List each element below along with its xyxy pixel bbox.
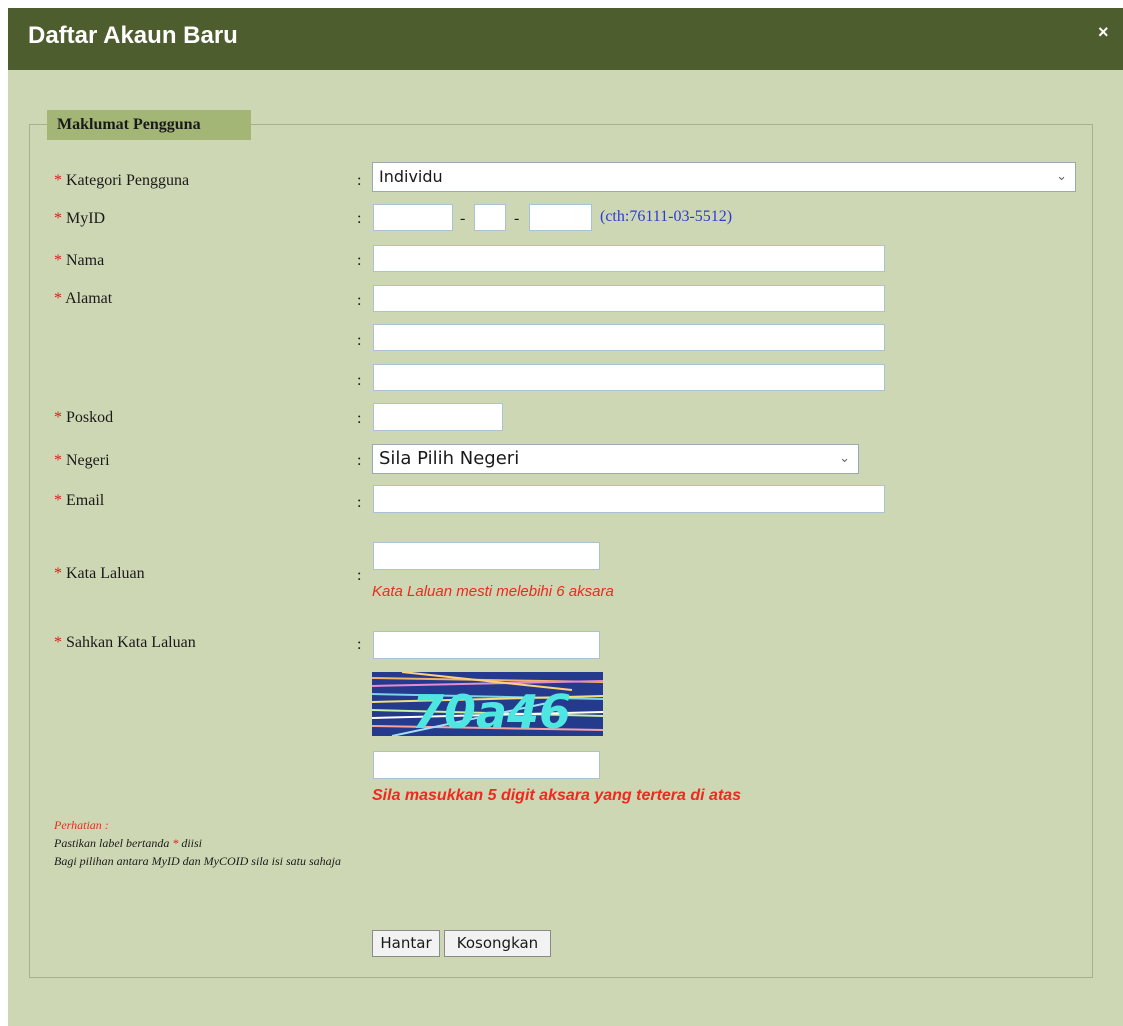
kata-laluan-label: * Kata Laluan: [54, 565, 145, 582]
colon: :: [357, 172, 362, 189]
negeri-label: * Negeri: [54, 452, 110, 469]
sahkan-kata-laluan-input[interactable]: [373, 631, 600, 659]
myid-example-hint: (cth:76111-03-5512): [600, 208, 733, 225]
close-icon[interactable]: ×: [1098, 22, 1109, 43]
dialog-titlebar: Daftar Akaun Baru ×: [8, 8, 1123, 70]
required-mark: *: [54, 172, 62, 189]
colon: :: [357, 410, 362, 427]
negeri-select[interactable]: Sila Pilih Negeri ⌄: [372, 444, 859, 474]
alamat-line3-input[interactable]: [373, 364, 885, 391]
kategori-label: * Kategori Pengguna: [54, 172, 190, 189]
sahkan-label: * Sahkan Kata Laluan: [54, 634, 196, 651]
chevron-down-icon: ⌄: [1056, 169, 1067, 184]
nama-input[interactable]: [373, 245, 885, 272]
negeri-value: Sila Pilih Negeri: [379, 448, 520, 469]
kategori-value: Individu: [379, 167, 443, 186]
myid-part3-input[interactable]: [529, 204, 592, 231]
notes-line-1: Pastikan label bertanda * diisi: [54, 836, 202, 850]
colon: :: [357, 636, 362, 653]
chevron-down-icon: ⌄: [839, 451, 850, 466]
colon: :: [357, 494, 362, 511]
poskod-input[interactable]: [373, 403, 503, 431]
kategori-select[interactable]: Individu ⌄: [372, 162, 1076, 192]
colon: :: [357, 452, 362, 469]
section-legend: Maklumat Pengguna: [47, 110, 251, 140]
email-label: * Email: [54, 492, 105, 509]
nama-label: * Nama: [54, 252, 105, 269]
alamat-line2-input[interactable]: [373, 324, 885, 351]
myid-separator: -: [460, 210, 466, 227]
notes-line-2: Bagi pilihan antara MyID dan MyCOID sila…: [54, 854, 341, 868]
captcha-instruction: Sila masukkan 5 digit aksara yang terter…: [372, 787, 742, 804]
dialog-title: Daftar Akaun Baru: [28, 22, 238, 49]
myid-part1-input[interactable]: [373, 204, 453, 231]
kata-laluan-input[interactable]: [373, 542, 600, 570]
myid-separator: -: [514, 210, 520, 227]
myid-part2-input[interactable]: [474, 204, 506, 231]
colon: :: [357, 372, 362, 389]
colon: :: [357, 567, 362, 584]
captcha-input[interactable]: [373, 751, 600, 779]
colon: :: [357, 210, 362, 227]
colon: :: [357, 252, 362, 269]
poskod-label: * Poskod: [54, 409, 114, 426]
captcha-image: 70a46: [372, 672, 603, 736]
reset-button[interactable]: Kosongkan: [444, 930, 551, 957]
password-length-hint: Kata Laluan mesti melebihi 6 aksara: [372, 583, 614, 600]
notes-heading: Perhatian :: [54, 818, 109, 832]
submit-button[interactable]: Hantar: [372, 930, 440, 957]
alamat-label: * Alamat: [54, 290, 113, 307]
captcha-text: 70a46: [412, 685, 571, 736]
colon: :: [357, 332, 362, 349]
colon: :: [357, 292, 362, 309]
email-input[interactable]: [373, 485, 885, 513]
myid-label: * MyID: [54, 210, 106, 227]
alamat-line1-input[interactable]: [373, 285, 885, 312]
